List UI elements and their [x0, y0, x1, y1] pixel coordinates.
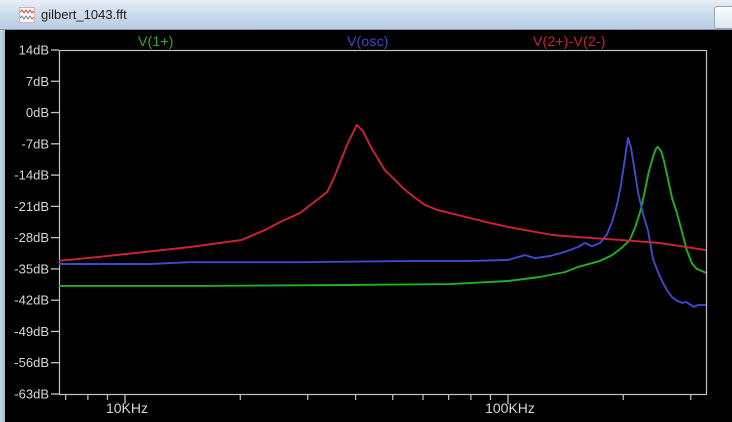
plot-canvas[interactable] — [5, 30, 732, 422]
waveform-file-icon — [19, 7, 35, 23]
waveform-icon-glyph — [20, 8, 34, 22]
ltspice-plot-window: gilbert_1043.fft V(1+) V(osc) V(2+)-V(2-… — [0, 0, 732, 422]
window-title: gilbert_1043.fft — [41, 7, 127, 22]
title-bar[interactable]: gilbert_1043.fft — [0, 0, 732, 30]
legend-trace-v1plus[interactable]: V(1+) — [138, 33, 174, 49]
legend-trace-v2diff[interactable]: V(2+)-V(2-) — [533, 33, 606, 49]
window-control-button[interactable] — [714, 6, 732, 29]
legend-trace-vosc[interactable]: V(osc) — [347, 33, 389, 49]
